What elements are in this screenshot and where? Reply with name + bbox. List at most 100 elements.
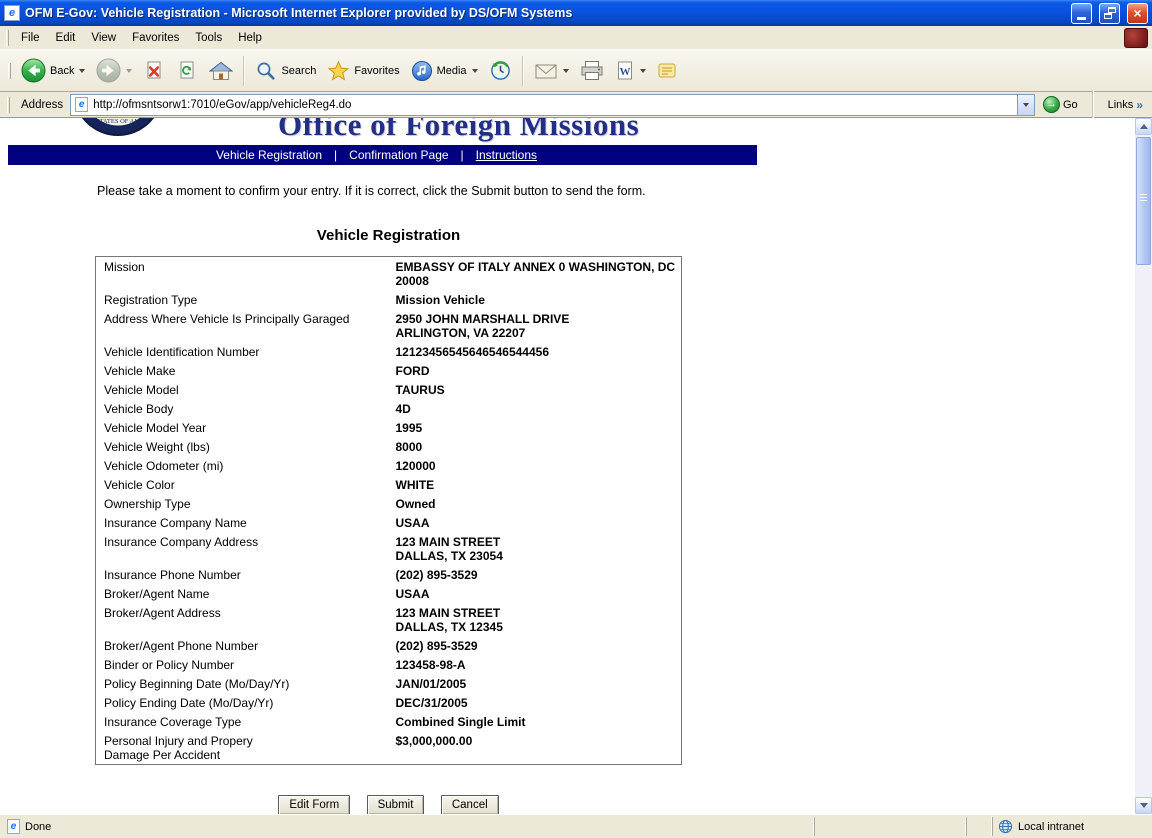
home-icon — [209, 60, 233, 82]
window-icon[interactable]: e — [4, 5, 20, 21]
table-row: Personal Injury and Propery Damage Per A… — [96, 731, 682, 765]
address-bar: Address e http://ofmsntsorw1:7010/eGov/a… — [0, 92, 1152, 118]
table-row: Vehicle Color WHITE — [96, 475, 682, 494]
field-value: 2950 JOHN MARSHALL DRIVE ARLINGTON, VA 2… — [388, 309, 682, 342]
close-button[interactable]: × — [1127, 3, 1148, 24]
local-intranet-globe-icon — [998, 819, 1013, 834]
intro-text: Please take a moment to confirm your ent… — [97, 184, 1134, 198]
menu-item[interactable]: Tools — [187, 28, 230, 48]
scroll-thumb[interactable] — [1136, 137, 1151, 265]
nav-item-label[interactable]: Vehicle Registration — [216, 148, 322, 162]
discuss-button[interactable] — [652, 53, 683, 89]
field-value: 123 MAIN STREET DALLAS, TX 12345 — [388, 603, 682, 636]
chevron-down-icon — [1023, 103, 1029, 107]
status-panel: e Done — [2, 817, 812, 836]
forward-button[interactable] — [91, 53, 137, 89]
go-icon: → — [1043, 96, 1060, 113]
menu-item[interactable]: View — [83, 28, 124, 48]
nav-separator: | — [334, 148, 337, 162]
ofm-seal-logo: STATES OF AM — [72, 118, 164, 137]
nav-item[interactable]: Instructions — [476, 148, 549, 162]
minimize-button[interactable] — [1071, 3, 1092, 24]
table-row: Vehicle Weight (lbs) 8000 — [96, 437, 682, 456]
status-bar: e Done Local intranet — [0, 814, 1152, 838]
history-icon — [489, 59, 512, 82]
table-row: Mission EMBASSY OF ITALY ANNEX 0 WASHING… — [96, 257, 682, 291]
menu-item[interactable]: Edit — [48, 28, 84, 48]
security-zone-panel: Local intranet — [992, 817, 1150, 836]
field-value: Owned — [388, 494, 682, 513]
search-button[interactable]: Search — [250, 53, 321, 89]
mail-button[interactable] — [529, 53, 574, 89]
field-value: $3,000,000.00 — [388, 731, 682, 765]
favorites-label: Favorites — [354, 65, 399, 77]
field-label: Insurance Phone Number — [96, 565, 388, 584]
chevron-down-icon — [640, 69, 646, 73]
address-dropdown-button[interactable] — [1017, 95, 1034, 115]
table-row: Insurance Phone Number (202) 895-3529 — [96, 565, 682, 584]
table-row: Insurance Company Name USAA — [96, 513, 682, 532]
table-row: Binder or Policy Number 123458-98-A — [96, 655, 682, 674]
refresh-button[interactable] — [171, 53, 203, 89]
site-header: STATES OF AM Office of Foreign Missions — [0, 118, 1134, 145]
table-row: Vehicle Make FORD — [96, 361, 682, 380]
back-label: Back — [50, 65, 74, 77]
mail-icon — [534, 61, 558, 81]
table-row: Vehicle Model Year 1995 — [96, 418, 682, 437]
stop-button[interactable] — [138, 53, 170, 89]
nav-item[interactable]: Confirmation Page | — [349, 148, 464, 162]
nav-separator: | — [461, 148, 464, 162]
favorites-button[interactable]: Favorites — [322, 53, 404, 89]
nav-item-label[interactable]: Instructions — [476, 148, 537, 162]
field-value: 1995 — [388, 418, 682, 437]
address-url: http://ofmsntsorw1:7010/eGov/app/vehicle… — [93, 99, 351, 111]
nav-item-label[interactable]: Confirmation Page — [349, 148, 448, 162]
forward-icon — [96, 58, 121, 83]
field-value: 120000 — [388, 456, 682, 475]
go-button[interactable]: → Go — [1039, 94, 1084, 115]
field-value: Mission Vehicle — [388, 290, 682, 309]
field-label: Vehicle Model Year — [96, 418, 388, 437]
page-heading: Vehicle Registration — [95, 227, 682, 244]
scroll-down-button[interactable] — [1135, 797, 1152, 814]
menu-item[interactable]: File — [13, 28, 48, 48]
history-button[interactable] — [484, 53, 517, 89]
cancel-button[interactable]: Cancel — [441, 795, 499, 814]
standard-buttons-toolbar: Back — [0, 50, 1152, 92]
refresh-icon — [176, 59, 198, 82]
arrow-up-icon — [1140, 124, 1148, 129]
toolbar-grip — [7, 97, 10, 113]
stop-icon — [143, 59, 165, 82]
submit-button[interactable]: Submit — [367, 795, 425, 814]
field-value: Combined Single Limit — [388, 712, 682, 731]
menu-item[interactable]: Help — [230, 28, 270, 48]
title-bar[interactable]: e OFM E-Gov: Vehicle Registration - Micr… — [0, 0, 1152, 26]
nav-item[interactable]: Vehicle Registration | — [216, 148, 337, 162]
media-icon — [411, 60, 433, 82]
address-input[interactable]: e http://ofmsntsorw1:7010/eGov/app/vehic… — [70, 94, 1035, 116]
field-label: Address Where Vehicle Is Principally Gar… — [96, 309, 388, 342]
field-label: Vehicle Odometer (mi) — [96, 456, 388, 475]
field-value: 4D — [388, 399, 682, 418]
print-button[interactable] — [575, 53, 609, 89]
page-icon: e — [75, 97, 88, 112]
back-button[interactable]: Back — [16, 53, 90, 89]
form-actions: Edit Form Submit Cancel — [95, 795, 682, 814]
restore-icon — [1104, 7, 1116, 19]
home-button[interactable] — [204, 53, 238, 89]
media-button[interactable]: Media — [406, 53, 483, 89]
field-label: Policy Beginning Date (Mo/Day/Yr) — [96, 674, 388, 693]
restore-button[interactable] — [1099, 3, 1120, 24]
menu-bar: File Edit View Favorites Tools Help — [0, 26, 1152, 50]
field-label: Vehicle Model — [96, 380, 388, 399]
scroll-up-button[interactable] — [1135, 118, 1152, 135]
links-button[interactable]: Links » — [1102, 98, 1149, 112]
menu-item[interactable]: Favorites — [124, 28, 187, 48]
edit-with-word-button[interactable]: W — [610, 53, 651, 89]
status-panel — [814, 817, 964, 836]
vertical-scrollbar[interactable] — [1135, 118, 1152, 814]
field-label: Vehicle Identification Number — [96, 342, 388, 361]
page-icon: e — [7, 819, 20, 834]
go-arrow-glyph: → — [1046, 99, 1057, 110]
edit-form-button[interactable]: Edit Form — [278, 795, 350, 814]
